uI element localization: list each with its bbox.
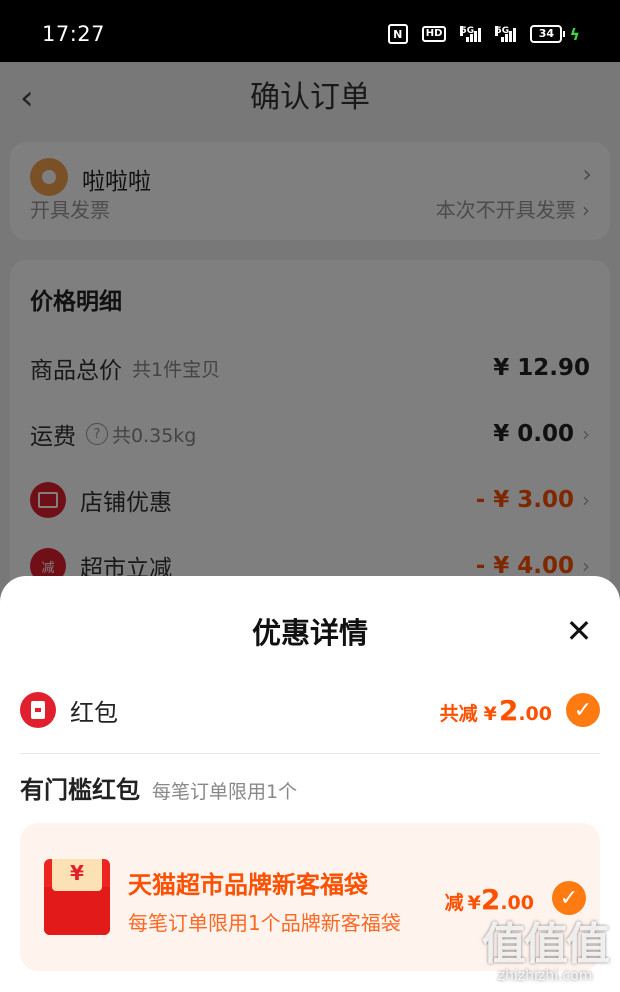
watermark-url: zhizhizhi.com <box>497 968 593 984</box>
hd-icon: HD <box>421 26 447 42</box>
coupon-decimals: .00 <box>500 892 534 914</box>
status-icons: N HD 5G 5G 34 ϟ <box>387 24 580 44</box>
currency: ¥ <box>483 702 497 725</box>
battery-level: 34 <box>530 25 563 43</box>
section-header: 有门槛红包 每笔订单限用1个 <box>20 770 297 805</box>
close-icon[interactable]: ✕ <box>564 615 594 647</box>
charging-icon: ϟ <box>569 24 580 44</box>
check-icon[interactable]: ✓ <box>566 693 600 727</box>
coupon-amount: 减 ¥ 2 .00 <box>445 883 534 916</box>
section-note: 每笔订单限用1个 <box>152 781 298 803</box>
status-bar: 17:27 N HD 5G 5G 34 ϟ <box>0 0 620 62</box>
total-decimals: .00 <box>518 702 552 725</box>
hongbao-total: 共减 ¥ 2 .00 <box>440 694 552 727</box>
coupon-value: 2 <box>480 883 501 916</box>
section-title: 有门槛红包 <box>20 776 140 804</box>
sheet-title: 优惠详情 <box>251 616 368 650</box>
currency: ¥ <box>467 892 481 914</box>
battery-icon: 34 ϟ <box>530 25 580 44</box>
signal-icon: 5G <box>460 26 482 42</box>
envelope-symbol: ¥ <box>52 859 102 891</box>
coupon-desc: 每笔订单限用1个品牌新客福袋 <box>128 911 401 935</box>
watermark: 值值值 zhizhizhi.com <box>482 919 610 985</box>
coupon-title: 天猫超市品牌新客福袋 <box>128 871 368 899</box>
nfc-icon: N <box>387 24 408 44</box>
divider <box>20 753 600 754</box>
total-amount: 2 <box>498 693 519 727</box>
hongbao-label: 红包 <box>70 698 118 727</box>
red-packet-icon <box>20 692 56 728</box>
status-time: 17:27 <box>42 22 106 46</box>
signal-icon-2: 5G <box>495 26 517 42</box>
total-prefix: 共减 <box>439 702 478 725</box>
check-icon[interactable]: ✓ <box>552 881 586 915</box>
watermark-logo: 值值值 <box>482 919 610 970</box>
coupon-prefix: 减 <box>444 892 464 914</box>
hongbao-row[interactable]: 红包 共减 ¥ 2 .00 ✓ <box>20 686 600 734</box>
red-envelope-icon: ¥ <box>44 859 110 935</box>
